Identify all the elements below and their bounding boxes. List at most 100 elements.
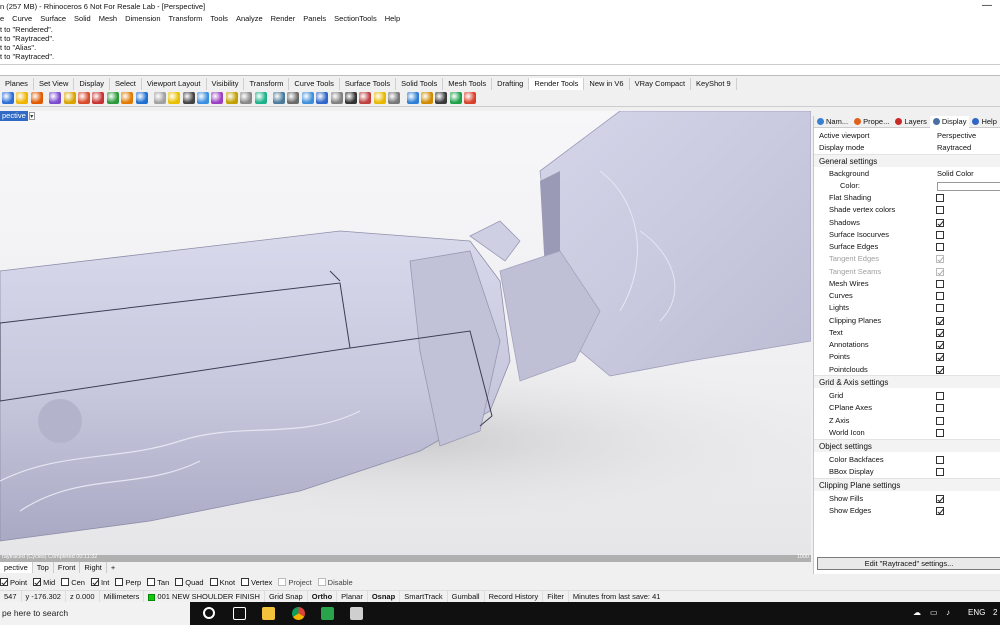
panel-tab-prope[interactable]: Prope... [851, 116, 892, 128]
render-tool-icon[interactable] [330, 92, 343, 104]
render-tool-icon[interactable] [464, 92, 477, 104]
menu-item-e[interactable]: e [0, 14, 4, 23]
option-checkbox[interactable] [936, 392, 944, 400]
add-viewport-tab-icon[interactable]: + [107, 562, 119, 573]
osnap-int[interactable]: Int [90, 578, 109, 587]
option-checkbox[interactable] [936, 206, 944, 215]
toolbar-tab-visibility[interactable]: Visibility [207, 78, 245, 90]
render-tool-icon[interactable] [2, 92, 14, 104]
option-checkbox[interactable] [936, 456, 944, 464]
render-tool-icon[interactable] [49, 92, 62, 104]
menu-item-solid[interactable]: Solid [74, 14, 91, 23]
option-checkbox[interactable] [936, 304, 944, 313]
toolbar-tab-new-in-v6[interactable]: New in V6 [584, 78, 630, 90]
render-tool-icon[interactable] [420, 92, 433, 104]
toolbar-tab-select[interactable]: Select [110, 78, 142, 90]
osnap-project[interactable]: Project [278, 578, 312, 587]
chrome-icon[interactable] [292, 607, 305, 620]
render-tool-icon[interactable] [121, 92, 134, 104]
osnap-checkbox[interactable] [90, 578, 99, 586]
menu-item-dimension[interactable]: Dimension [125, 14, 160, 23]
panel-tab-layers[interactable]: Layers [892, 116, 930, 128]
option-checkbox[interactable] [936, 230, 944, 239]
render-tool-icon[interactable] [92, 92, 105, 104]
osnap-checkbox[interactable] [175, 578, 184, 586]
gumball-toggle[interactable]: Gumball [448, 591, 485, 602]
osnap-checkbox[interactable] [278, 578, 287, 586]
menu-item-mesh[interactable]: Mesh [99, 14, 117, 23]
toolbar-tab-render-tools[interactable]: Render Tools [529, 78, 585, 90]
render-tool-icon[interactable] [182, 92, 195, 104]
menu-item-analyze[interactable]: Analyze [236, 14, 263, 23]
record-history-toggle[interactable]: Record History [485, 591, 544, 602]
render-tool-icon[interactable] [77, 92, 90, 104]
panel-tab-nam[interactable]: Nam... [814, 116, 851, 128]
smarttrack-toggle[interactable]: SmartTrack [400, 591, 448, 602]
menu-item-transform[interactable]: Transform [169, 14, 203, 23]
render-tool-icon[interactable] [406, 92, 419, 104]
cortana-icon[interactable] [203, 607, 215, 619]
viewport-tab-top[interactable]: Top [33, 562, 54, 573]
active-viewport-value[interactable]: Perspective [937, 130, 976, 142]
option-checkbox[interactable] [936, 194, 944, 202]
option-checkbox[interactable] [936, 416, 944, 425]
filter-toggle[interactable]: Filter [543, 591, 569, 602]
background-value[interactable]: Solid Color [937, 168, 974, 180]
menu-item-help[interactable]: Help [385, 14, 400, 23]
option-checkbox[interactable] [936, 328, 944, 337]
render-tool-icon[interactable] [211, 92, 224, 104]
object-settings-header[interactable]: Object settings [814, 439, 1000, 452]
taskbar-search-input[interactable]: pe here to search [0, 602, 190, 625]
option-checkbox[interactable] [936, 218, 944, 227]
option-checkbox[interactable] [936, 507, 944, 516]
command-prompt-input[interactable] [0, 65, 1000, 76]
render-tool-icon[interactable] [449, 92, 462, 104]
edit-raytraced-settings-button[interactable]: Edit "Raytraced" settings... [817, 557, 1000, 570]
osnap-quad[interactable]: Quad [175, 578, 204, 587]
osnap-checkbox[interactable] [0, 578, 8, 586]
menu-item-panels[interactable]: Panels [303, 14, 326, 23]
osnap-checkbox[interactable] [209, 578, 218, 586]
toolbar-tab-surface-tools[interactable]: Surface Tools [340, 78, 397, 90]
general-settings-header[interactable]: General settings [814, 154, 1000, 167]
option-checkbox[interactable] [936, 353, 944, 362]
osnap-mid[interactable]: Mid [33, 578, 55, 587]
toolbar-tab-solid-tools[interactable]: Solid Tools [396, 78, 444, 90]
camtasia-icon[interactable] [321, 607, 334, 620]
toolbar-tab-curve-tools[interactable]: Curve Tools [289, 78, 340, 90]
render-tool-icon[interactable] [106, 92, 119, 104]
panel-tab-display[interactable]: Display [929, 115, 970, 128]
render-tool-icon[interactable] [197, 92, 210, 104]
grid-snap-toggle[interactable]: Grid Snap [265, 591, 308, 602]
osnap-checkbox[interactable] [115, 578, 124, 586]
clipping-plane-settings-header[interactable]: Clipping Plane settings [814, 478, 1000, 491]
osnap-perp[interactable]: Perp [115, 578, 141, 587]
viewport-title-tab[interactable]: pective ▾ [0, 111, 40, 121]
render-tool-icon[interactable] [435, 92, 448, 104]
osnap-tan[interactable]: Tan [147, 578, 169, 587]
osnap-checkbox[interactable] [33, 578, 42, 586]
toolbar-tab-transform[interactable]: Transform [244, 78, 290, 90]
osnap-checkbox[interactable] [147, 578, 156, 586]
render-tool-icon[interactable] [153, 92, 166, 104]
render-tool-icon[interactable] [168, 92, 181, 104]
language-indicator[interactable]: ENG [968, 608, 985, 617]
osnap-toggle[interactable]: Osnap [368, 591, 401, 602]
toolbar-tab-vray-compact[interactable]: VRay Compact [630, 78, 692, 90]
file-explorer-icon[interactable] [262, 607, 275, 620]
network-icon[interactable]: ▭ [930, 608, 938, 617]
task-view-icon[interactable] [233, 607, 246, 620]
render-tool-icon[interactable] [30, 92, 43, 104]
viewport-tab-right[interactable]: Right [80, 562, 107, 573]
viewport-tab-pective[interactable]: pective [0, 562, 33, 573]
osnap-checkbox[interactable] [61, 578, 70, 586]
option-checkbox[interactable] [936, 341, 944, 349]
toolbar-tab-display[interactable]: Display [74, 78, 110, 90]
toolbar-tab-planes[interactable]: Planes [0, 78, 34, 90]
render-tool-icon[interactable] [316, 92, 329, 104]
osnap-checkbox[interactable] [317, 578, 326, 586]
osnap-disable[interactable]: Disable [317, 578, 353, 587]
toolbar-tab-keyshot-9[interactable]: KeyShot 9 [691, 78, 737, 90]
panel-tab-help[interactable]: Help [969, 116, 999, 128]
units[interactable]: Millimeters [100, 591, 145, 602]
